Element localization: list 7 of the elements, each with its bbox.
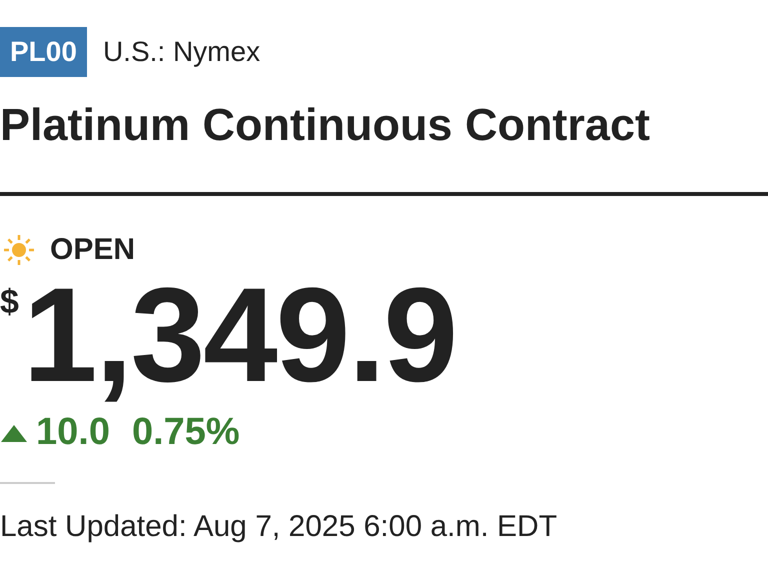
change-percent: 0.75% [132, 411, 240, 454]
exchange-label: U.S.: Nymex [102, 36, 260, 68]
currency-symbol: $ [0, 283, 19, 322]
change-points: 10.0 [36, 411, 110, 454]
symbol-badge: PL00 [0, 27, 87, 77]
page-title: Platinum Continuous Contract [0, 99, 651, 151]
last-updated: Last Updated: Aug 7, 2025 6:00 a.m. EDT [0, 510, 558, 544]
